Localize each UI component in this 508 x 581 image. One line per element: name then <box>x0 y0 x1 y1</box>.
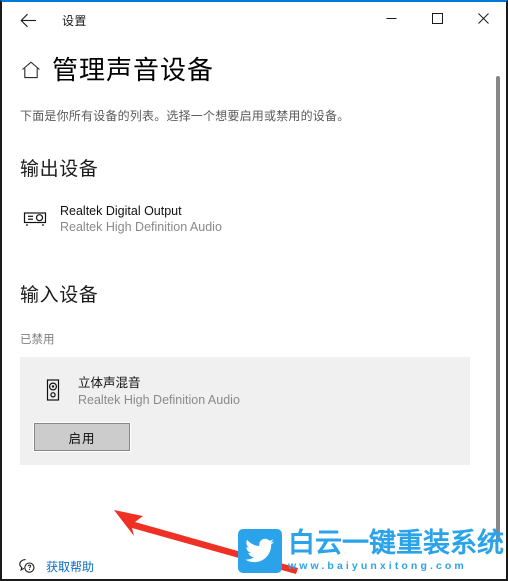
output-device-text: Realtek Digital Output Realtek High Defi… <box>60 203 222 237</box>
back-button[interactable] <box>6 4 50 36</box>
output-device-driver: Realtek High Definition Audio <box>60 220 222 235</box>
vertical-scrollbar[interactable] <box>493 76 503 577</box>
audio-input-device-icon <box>40 377 66 403</box>
settings-content: 管理声音设备 下面是你所有设备的列表。选择一个想要启用或禁用的设备。 输出设备 … <box>2 38 506 579</box>
selected-device-card[interactable]: 立体声混音 Realtek High Definition Audio 启用 <box>20 357 470 466</box>
back-arrow-icon <box>19 13 37 28</box>
maximize-button[interactable] <box>414 2 460 34</box>
settings-window: 设置 管理声音设备 下面是你所有设备的列表。选择一个想要启用或禁用的设备。 输出… <box>0 0 508 581</box>
get-help-label: 获取帮助 <box>46 559 95 574</box>
home-icon[interactable] <box>20 59 42 81</box>
input-status-label: 已禁用 <box>20 334 55 347</box>
maximize-icon <box>431 12 443 24</box>
get-help-link[interactable]: 获取帮助 <box>18 557 94 575</box>
audio-output-device-icon <box>22 205 48 231</box>
input-device-name: 立体声混音 <box>78 376 141 391</box>
close-button[interactable] <box>460 2 506 34</box>
window-caption-buttons <box>368 2 506 34</box>
help-question-bubble-icon <box>18 557 36 575</box>
enable-device-button[interactable]: 启用 <box>33 422 131 453</box>
output-device-row[interactable]: Realtek Digital Output Realtek High Defi… <box>22 203 506 237</box>
minimize-button[interactable] <box>368 2 414 34</box>
output-device-name: Realtek Digital Output <box>60 203 182 218</box>
input-section-title: 输入设备 <box>20 285 99 307</box>
minimize-icon <box>386 13 397 24</box>
input-device-driver: Realtek High Definition Audio <box>78 393 240 408</box>
page-header: 管理声音设备 <box>2 38 506 85</box>
page-description: 下面是你所有设备的列表。选择一个想要启用或禁用的设备。 <box>20 108 350 123</box>
title-bar: 设置 <box>2 2 506 38</box>
close-icon <box>477 12 489 24</box>
page-title: 管理声音设备 <box>52 55 215 85</box>
input-device-row[interactable]: 立体声混音 Realtek High Definition Audio <box>40 375 470 409</box>
output-section-title: 输出设备 <box>20 158 99 180</box>
input-device-text: 立体声混音 Realtek High Definition Audio <box>78 375 240 409</box>
scrollbar-thumb[interactable] <box>496 76 500 542</box>
app-title: 设置 <box>62 13 87 28</box>
